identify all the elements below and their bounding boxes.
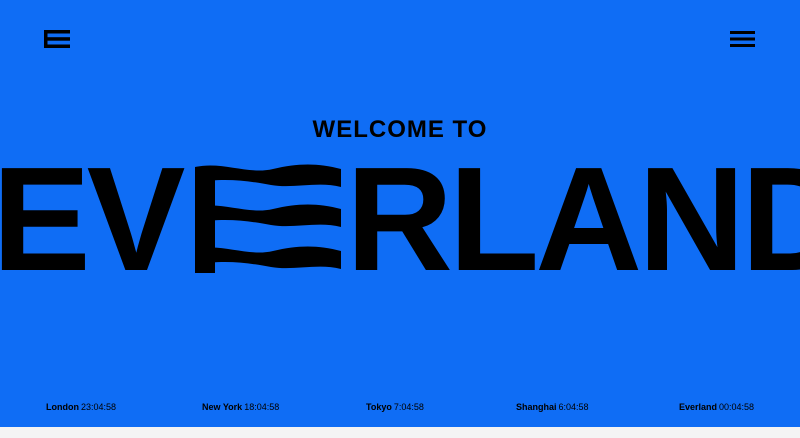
wordmark-right: RLAND bbox=[346, 137, 800, 302]
world-clocks: London 23:04:58 New York 18:04:58 Tokyo 7:0… bbox=[0, 401, 800, 413]
clock-everland: Everland 00:04:58 bbox=[679, 401, 754, 413]
clock-city: Everland bbox=[679, 402, 718, 412]
clock-time: 18:04:58 bbox=[244, 402, 280, 412]
clock-time: 7:04:58 bbox=[393, 402, 424, 412]
clock-tokyo: Tokyo 7:04:58 bbox=[366, 401, 424, 413]
menu-button[interactable] bbox=[730, 31, 755, 47]
clock-time: 00:04:58 bbox=[719, 402, 755, 412]
clock-time: 23:04:58 bbox=[81, 402, 117, 412]
hero-page: WELCOME TO EV RLAND London 23:04:58 New Y… bbox=[0, 0, 800, 427]
wordmark-left: EV bbox=[0, 137, 185, 302]
wave-e-letter bbox=[195, 164, 341, 273]
clock-time: 6:04:58 bbox=[558, 402, 589, 412]
everland-wordmark: EV RLAND bbox=[0, 146, 800, 294]
logo-button[interactable] bbox=[44, 30, 70, 48]
clock-new-york: New York 18:04:58 bbox=[202, 401, 279, 413]
hamburger-menu-icon bbox=[730, 31, 755, 47]
clock-city: London bbox=[46, 402, 79, 412]
clock-london: London 23:04:58 bbox=[46, 401, 116, 413]
clock-shanghai: Shanghai 6:04:58 bbox=[516, 401, 589, 413]
page-bottom-strip bbox=[0, 427, 800, 438]
everland-e-icon bbox=[44, 30, 70, 48]
clock-city: Tokyo bbox=[366, 402, 392, 412]
clock-city: Shanghai bbox=[516, 402, 557, 412]
clock-city: New York bbox=[202, 402, 243, 412]
